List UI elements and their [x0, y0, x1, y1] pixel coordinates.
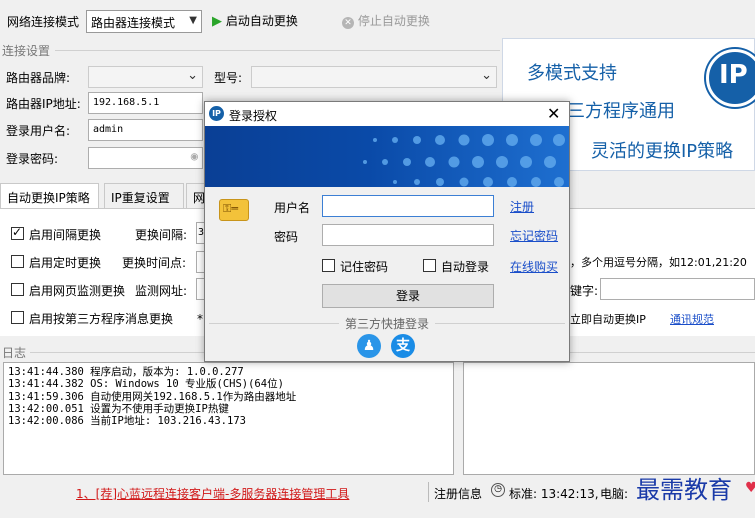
password-input[interactable]: ◉: [88, 147, 203, 169]
register-link[interactable]: 注册: [510, 198, 534, 215]
promo-link[interactable]: 1、[荐]心蓝远程连接客户端-多服务器连接管理工具: [76, 485, 349, 502]
third-party-checkbox[interactable]: [11, 311, 24, 324]
connection-section-title: 连接设置: [2, 44, 51, 58]
timed-checkbox[interactable]: [11, 255, 24, 268]
app-logo-icon: IP: [209, 106, 224, 121]
pc-status: 电脑:: [600, 487, 629, 501]
alipay-login-icon[interactable]: 支: [391, 334, 415, 358]
web-keyword-label: 键字:: [570, 284, 599, 298]
thirdparty-divider-left: [209, 323, 339, 324]
chevron-down-icon: ▼: [189, 15, 197, 26]
brand-label: 路由器品牌:: [6, 71, 71, 85]
dot-pattern-graphic: [363, 134, 565, 187]
ip-input[interactable]: 192.168.5.1: [88, 92, 203, 114]
buy-online-link[interactable]: 在线购买: [510, 258, 558, 275]
status-bar: 1、[荐]心蓝远程连接客户端-多服务器连接管理工具 注册信息 ◷ 标准: 13:…: [0, 476, 755, 518]
web-check-label: 启用网页监测更换: [29, 284, 126, 298]
toolbar: 网络连接模式 路由器连接模式 ▼ ▶ 启动自动更换 ✕ 停止自动更换: [0, 0, 755, 40]
third-party-asterisk: *: [197, 312, 203, 326]
mode-select[interactable]: 路由器连接模式 ▼: [86, 10, 202, 33]
thirdparty-label: 第三方快捷登录: [345, 317, 430, 331]
model-label: 型号:: [214, 71, 243, 85]
chevron-down-icon: ⌄: [187, 68, 198, 83]
remember-password-checkbox[interactable]: [322, 259, 335, 272]
timed-check-label: 启用定时更换: [29, 256, 102, 270]
timed-label: 更换时间点:: [122, 256, 187, 270]
username-input[interactable]: admin: [88, 119, 203, 141]
log-section-title: 日志: [2, 346, 27, 360]
thirdparty-divider-right: [435, 323, 565, 324]
chevron-down-icon: ⌄: [481, 68, 492, 83]
login-dialog: IP 登录授权 ✕ ⚿═ 用户名 注册 密码 忘记密码 记住密码 自动登录 在线…: [204, 101, 570, 362]
heart-icon: ♥: [745, 480, 755, 496]
close-icon[interactable]: ✕: [547, 104, 560, 123]
auto-login-checkbox[interactable]: [423, 259, 436, 272]
dialog-header-graphic: [205, 126, 569, 187]
tab-ip-repeat[interactable]: IP重复设置: [104, 183, 184, 209]
status-separator: [428, 482, 429, 502]
qq-login-icon[interactable]: ♟: [357, 334, 381, 358]
ip-label: 路由器IP地址:: [6, 97, 81, 111]
start-auto-button[interactable]: ▶ 启动自动更换: [212, 12, 298, 29]
banner-line-1: 多模式支持: [527, 63, 617, 84]
tab-auto-strategy[interactable]: 自动更换IP策略: [0, 183, 99, 209]
banner-line-3: 灵活的更换IP策略: [591, 141, 734, 162]
dialog-title: 登录授权: [229, 109, 278, 123]
dialog-titlebar: IP 登录授权 ✕: [205, 102, 569, 126]
user-label: 登录用户名:: [6, 124, 71, 138]
password-label: 登录密码:: [6, 152, 59, 166]
web-checkbox[interactable]: [11, 283, 24, 296]
key-card-icon: ⚿═: [219, 199, 249, 221]
dialog-username-input[interactable]: [322, 195, 494, 217]
model-select[interactable]: ⌄: [251, 66, 497, 88]
brand-select[interactable]: ⌄: [88, 66, 203, 88]
third-party-check-label: 启用按第三方程序消息更换: [29, 312, 174, 326]
play-icon: ▶: [212, 14, 222, 29]
ip-logo: IP: [706, 49, 755, 107]
connection-divider: [55, 50, 500, 51]
web-keyword-input[interactable]: [600, 278, 755, 300]
log-output-secondary[interactable]: [463, 362, 755, 475]
username-label: 用户名: [274, 201, 311, 215]
watermark: 最需教育: [636, 476, 732, 504]
log-output[interactable]: 13:41:44.380 程序启动，版本为: 1.0.0.277 13:41:4…: [3, 362, 454, 475]
registration-info[interactable]: 注册信息: [434, 485, 482, 502]
auto-login-label: 自动登录: [441, 260, 490, 274]
interval-check-label: 启用间隔更换: [29, 228, 102, 242]
clock-icon: ◷: [491, 483, 505, 497]
forgot-password-link[interactable]: 忘记密码: [510, 227, 558, 244]
mode-label: 网络连接模式: [7, 15, 80, 29]
top-cut-menu: [0, 0, 755, 2]
dialog-password-label: 密码: [274, 230, 299, 244]
eye-icon[interactable]: ◉: [191, 148, 198, 164]
third-party-tail: 立即自动更换IP: [570, 313, 646, 326]
dialog-password-input[interactable]: [322, 224, 494, 246]
interval-checkbox[interactable]: [11, 225, 24, 240]
web-label: 监测网址:: [135, 284, 188, 298]
remember-password-label: 记住密码: [340, 260, 389, 274]
timed-hint: ，多个用逗号分隔，如12:01,21:20: [570, 256, 747, 269]
time-status: 标准: 13:42:13,: [509, 487, 599, 501]
stop-auto-button[interactable]: ✕ 停止自动更换: [342, 12, 430, 29]
login-button[interactable]: 登录: [322, 284, 494, 308]
protocol-link[interactable]: 通讯规范: [670, 311, 714, 327]
interval-label: 更换间隔:: [135, 228, 188, 242]
stop-icon: ✕: [342, 17, 354, 29]
